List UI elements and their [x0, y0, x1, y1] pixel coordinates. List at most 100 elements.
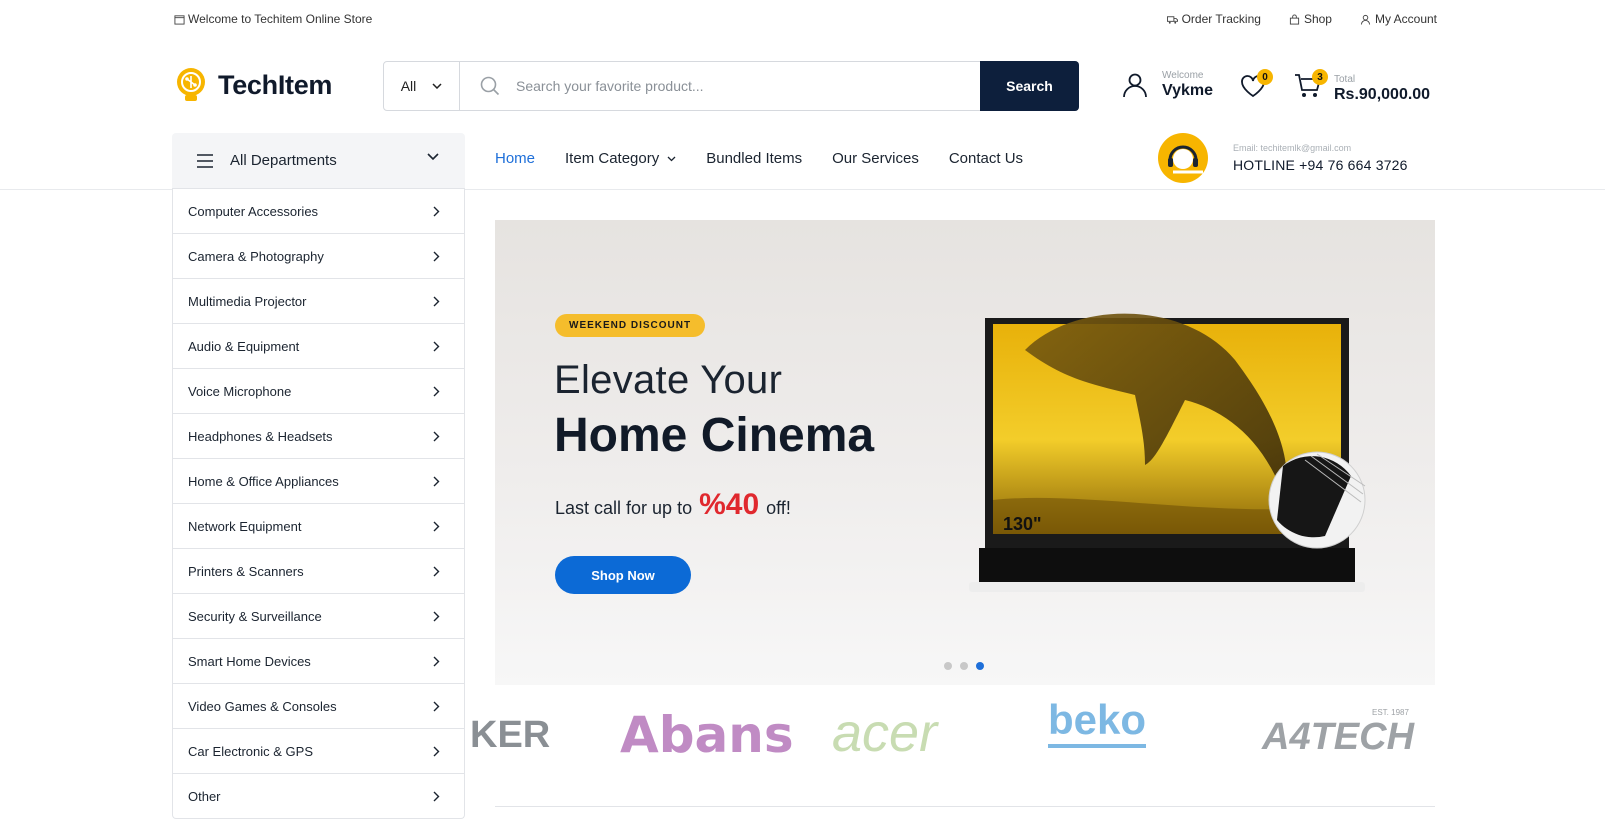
chevron-right-icon [433, 251, 440, 261]
chevron-right-icon [433, 746, 440, 756]
user-icon [1360, 14, 1371, 25]
order-tracking-label: Order Tracking [1181, 12, 1261, 26]
department-item[interactable]: Multimedia Projector [173, 278, 464, 323]
department-label: Audio & Equipment [188, 338, 300, 354]
hero-offer-suffix: off! [766, 498, 791, 518]
department-item[interactable]: Smart Home Devices [173, 638, 464, 683]
chevron-down-icon [427, 153, 439, 161]
top-links: Order Tracking Shop My Account [1166, 12, 1437, 26]
department-item[interactable]: Home & Office Appliances [173, 458, 464, 503]
account-widget[interactable]: Welcome Vykme [1122, 70, 1213, 100]
truck-icon [1166, 15, 1178, 24]
cart-count-badge: 3 [1312, 69, 1328, 85]
logo-bulb-icon [177, 68, 205, 101]
department-item[interactable]: Video Games & Consoles [173, 683, 464, 728]
department-item[interactable]: Other [173, 773, 464, 818]
welcome-text: Welcome to Techitem Online Store [188, 12, 373, 26]
hotline-phone: HOTLINE +94 76 664 3726 [1233, 157, 1408, 173]
wishlist-count-badge: 0 [1257, 69, 1273, 85]
department-item[interactable]: Car Electronic & GPS [173, 728, 464, 773]
department-item[interactable]: Camera & Photography [173, 233, 464, 278]
all-departments-label: All Departments [230, 152, 337, 169]
nav-item-category-label: Item Category [565, 150, 660, 167]
chevron-right-icon [433, 341, 440, 351]
nav-our-services[interactable]: Our Services [832, 150, 919, 167]
chevron-right-icon [433, 521, 440, 531]
department-item[interactable]: Security & Surveillance [173, 593, 464, 638]
chevron-right-icon [433, 431, 440, 441]
carousel-dot[interactable] [960, 662, 968, 670]
nav-bundled-items[interactable]: Bundled Items [706, 150, 802, 167]
nav-contact-us[interactable]: Contact Us [949, 150, 1023, 167]
chevron-right-icon [433, 476, 440, 486]
department-item[interactable]: Audio & Equipment [173, 323, 464, 368]
departments-list: Computer Accessories Camera & Photography… [172, 188, 465, 819]
department-label: Car Electronic & GPS [188, 743, 313, 759]
chevron-right-icon [433, 206, 440, 216]
shop-label: Shop [1303, 12, 1332, 26]
brand-logo-acer[interactable]: acer [832, 702, 937, 764]
order-tracking-link[interactable]: Order Tracking [1166, 12, 1261, 26]
department-item[interactable]: Network Equipment [173, 503, 464, 548]
department-label: Printers & Scanners [188, 563, 304, 579]
brand-carousel: KER Abans acer beko A4TECH EST. 1987 [470, 700, 1435, 805]
department-item[interactable]: Printers & Scanners [173, 548, 464, 593]
cart-total-caption: Total [1334, 73, 1356, 85]
menu-icon [197, 153, 213, 168]
nav-item-category[interactable]: Item Category [565, 150, 676, 167]
hero-offer-prefix: Last call for up to [555, 498, 693, 518]
welcome-message: Welcome to Techitem Online Store [174, 12, 372, 26]
my-account-link[interactable]: My Account [1360, 12, 1437, 26]
department-item[interactable]: Computer Accessories [173, 188, 464, 233]
brand-logo-beko[interactable]: beko [1048, 700, 1147, 748]
search-icon [480, 76, 500, 96]
projector-screen-image: 130" [969, 313, 1366, 592]
shop-now-button[interactable]: Shop Now [555, 556, 691, 594]
logo-text: TechItem [218, 69, 333, 100]
chevron-right-icon [433, 701, 440, 711]
department-item[interactable]: Headphones & Headsets [173, 413, 464, 458]
search-category-select[interactable]: All [384, 62, 460, 110]
department-label: Camera & Photography [188, 248, 324, 264]
search-input[interactable] [516, 78, 956, 94]
hero-banner: WEEKEND DISCOUNT Elevate Your Home Cinem… [495, 220, 1435, 685]
chevron-right-icon [433, 566, 440, 576]
nav-contact-us-label: Contact Us [948, 150, 1024, 167]
search-bar: All Search [383, 61, 1079, 111]
carousel-dot[interactable] [944, 662, 952, 670]
department-label: Home & Office Appliances [188, 473, 339, 489]
brand-logo-ker[interactable]: KER [470, 714, 550, 757]
search-button[interactable]: Search [980, 61, 1079, 111]
chevron-down-icon [432, 83, 442, 89]
nav-bundled-items-label: Bundled Items [706, 150, 803, 167]
hotline-email: Email: techitemlk@gmail.com [1233, 143, 1352, 153]
chevron-right-icon [433, 296, 440, 306]
nav-home[interactable]: Home [495, 150, 535, 167]
hero-title-line1: Elevate Your [554, 358, 783, 402]
headset-support-icon [1158, 133, 1208, 183]
brand-a4tech-est: EST. 1987 [1372, 708, 1409, 717]
nav-our-services-label: Our Services [832, 150, 919, 167]
department-item[interactable]: Voice Microphone [173, 368, 464, 413]
account-welcome: Welcome [1162, 70, 1204, 81]
all-departments-toggle[interactable]: All Departments [172, 133, 465, 188]
hero-tag: WEEKEND DISCOUNT [555, 314, 706, 337]
store-icon [174, 14, 185, 25]
department-label: Multimedia Projector [188, 293, 307, 309]
nav-home-label: Home [495, 150, 536, 167]
shop-link[interactable]: Shop [1289, 12, 1332, 26]
brand-logo-a4tech[interactable]: A4TECH [1262, 716, 1414, 759]
search-category-value: All [400, 78, 417, 94]
cart-total: Rs.90,000.00 [1334, 85, 1431, 103]
carousel-dot[interactable] [976, 662, 984, 670]
chevron-down-icon [667, 156, 676, 161]
chevron-right-icon [433, 611, 440, 621]
department-label: Computer Accessories [188, 203, 319, 219]
screen-size-label: 130" [1003, 514, 1042, 534]
cart-widget[interactable]: 3 Total Rs.90,000.00 [1294, 69, 1431, 105]
site-logo[interactable]: TechItem [172, 66, 332, 104]
wishlist-button[interactable]: 0 [1240, 69, 1273, 103]
bag-icon [1289, 13, 1300, 25]
brand-logo-abans[interactable]: Abans [620, 706, 794, 764]
department-label: Smart Home Devices [188, 653, 311, 669]
